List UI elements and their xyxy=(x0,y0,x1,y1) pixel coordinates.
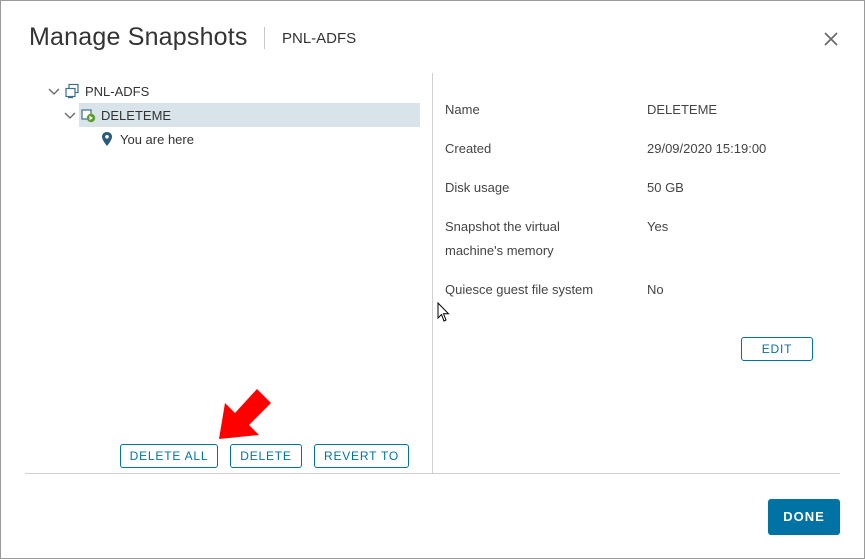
location-pin-icon xyxy=(99,131,115,147)
manage-snapshots-dialog: Manage Snapshots PNL-ADFS PNL-ADFS DELET… xyxy=(0,0,865,559)
name-label: Name xyxy=(445,102,480,117)
memory-value: Yes xyxy=(647,219,669,234)
created-value: 29/09/2020 15:19:00 xyxy=(647,141,767,156)
tree-node-current-label: You are here xyxy=(120,131,194,147)
dialog-subtitle: PNL-ADFS xyxy=(282,30,357,47)
memory-label-line2: machine's memory xyxy=(445,243,554,258)
disk-usage-value: 50 GB xyxy=(647,180,684,195)
tree-node-snapshot-label: DELETEME xyxy=(101,107,172,123)
tree-node-vm-label: PNL-ADFS xyxy=(85,83,150,99)
mouse-cursor-icon xyxy=(437,301,451,324)
done-button[interactable]: DONE xyxy=(768,499,840,535)
close-icon[interactable] xyxy=(821,29,841,49)
memory-label-line1: Snapshot the virtual xyxy=(445,219,560,234)
edit-button[interactable]: EDIT xyxy=(741,337,813,361)
delete-button[interactable]: DELETE xyxy=(230,444,302,468)
title-divider xyxy=(264,27,265,49)
quiesce-label: Quiesce guest file system xyxy=(445,282,594,297)
tree-node-snapshot[interactable]: DELETEME xyxy=(63,107,171,123)
footer-divider xyxy=(25,473,840,474)
quiesce-value: No xyxy=(647,282,664,297)
created-label: Created xyxy=(445,141,492,156)
name-value: DELETEME xyxy=(647,102,718,117)
panel-divider xyxy=(432,73,433,473)
disk-usage-label: Disk usage xyxy=(445,180,510,195)
revert-to-button[interactable]: REVERT TO xyxy=(314,444,409,468)
tree-node-current[interactable]: You are here xyxy=(99,131,194,147)
annotation-arrow-icon xyxy=(215,385,275,443)
chevron-down-icon[interactable] xyxy=(47,84,61,98)
snapshot-icon xyxy=(80,107,96,123)
tree-node-vm[interactable]: PNL-ADFS xyxy=(47,83,149,99)
dialog-title: Manage Snapshots xyxy=(29,23,248,51)
delete-all-button[interactable]: DELETE ALL xyxy=(120,444,218,468)
vm-icon xyxy=(64,83,80,99)
chevron-down-icon[interactable] xyxy=(63,108,77,122)
